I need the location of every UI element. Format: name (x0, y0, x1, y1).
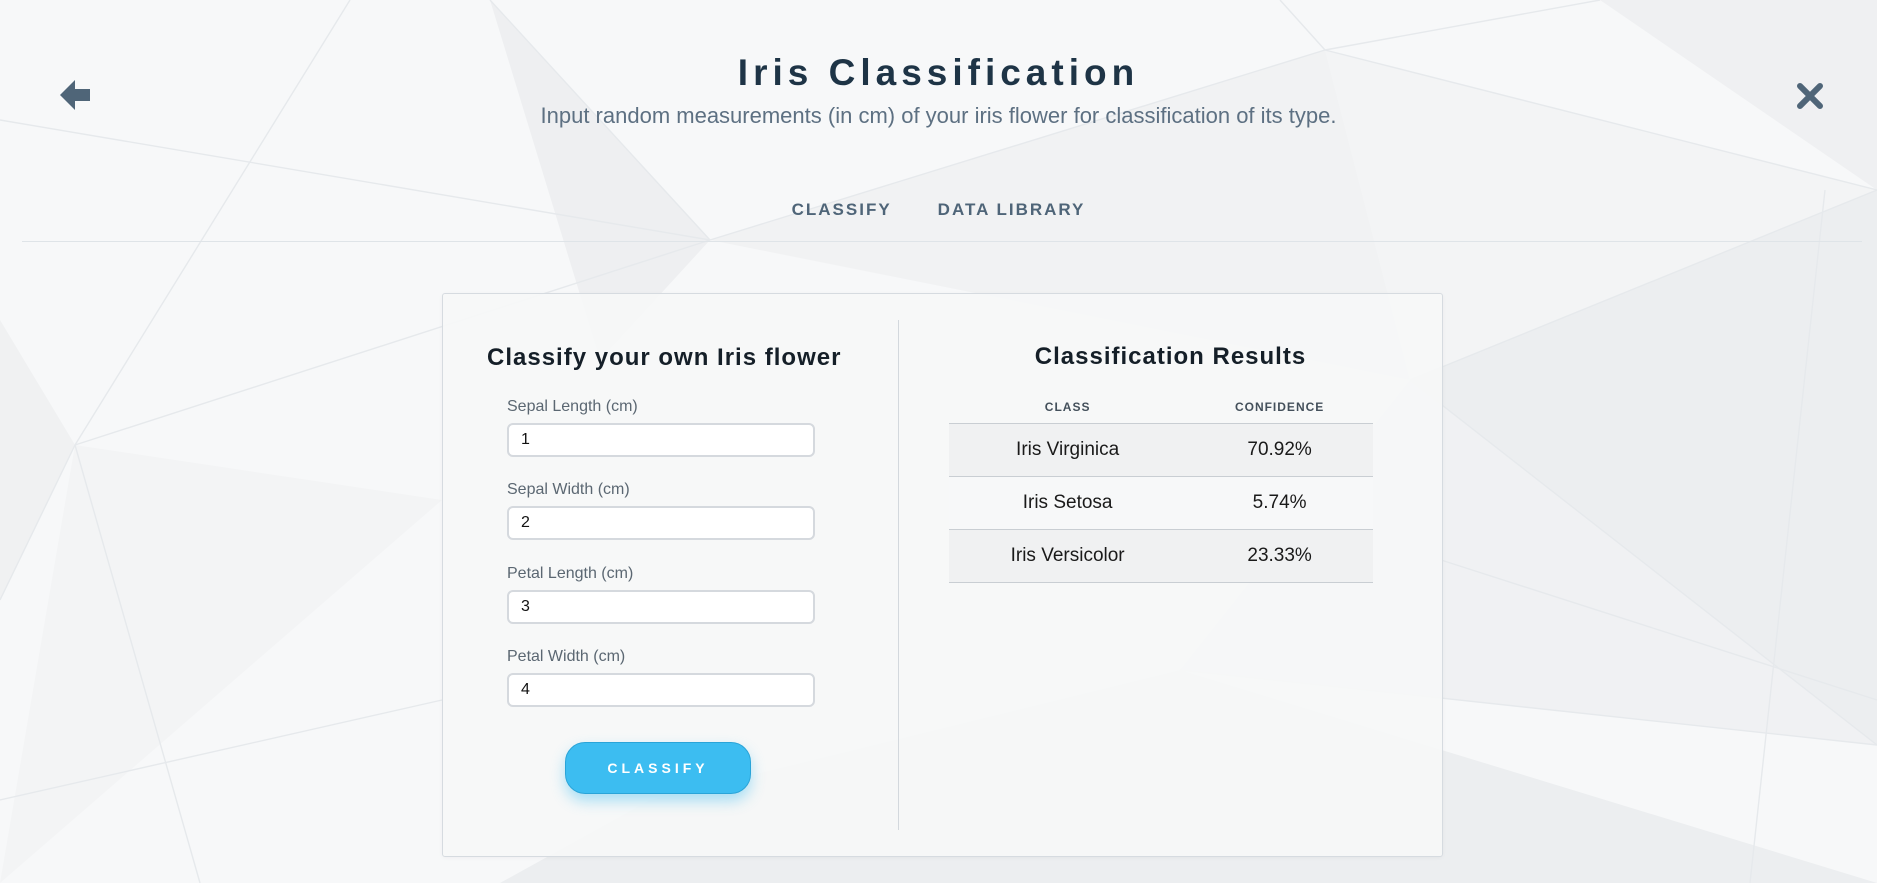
table-row: Iris Versicolor 23.33% (949, 529, 1373, 583)
sepal-width-input[interactable] (507, 506, 815, 540)
close-x-icon[interactable] (1796, 82, 1824, 110)
petal-length-label: Petal Length (cm) (507, 565, 634, 582)
results-table: CLASS CONFIDENCE Iris Virginica 70.92% I… (949, 391, 1373, 583)
sepal-length-input[interactable] (507, 423, 815, 457)
page-subtitle: Input random measurements (in cm) of you… (540, 103, 1337, 128)
tab-data-library[interactable]: DATA LIBRARY (938, 200, 1086, 220)
confidence-column-header: CONFIDENCE (1186, 391, 1373, 424)
petal-length-input[interactable] (507, 590, 815, 624)
class-cell: Iris Setosa (949, 476, 1187, 530)
confidence-cell: 70.92% (1186, 423, 1373, 477)
class-cell: Iris Virginica (949, 423, 1187, 477)
sepal-width-label: Sepal Width (cm) (507, 481, 630, 498)
table-row: Iris Virginica 70.92% (949, 423, 1373, 477)
confidence-cell: 23.33% (1186, 529, 1373, 583)
petal-width-label: Petal Width (cm) (507, 648, 626, 665)
class-cell: Iris Versicolor (949, 529, 1187, 583)
class-column-header: CLASS (949, 391, 1187, 424)
results-header-row: CLASS CONFIDENCE (949, 391, 1373, 424)
tab-divider (22, 241, 1862, 242)
classification-card: Classify your own Iris flower Sepal Leng… (442, 293, 1443, 857)
results-title: Classification Results (1034, 343, 1307, 370)
tab-classify[interactable]: CLASSIFY (792, 200, 892, 220)
sepal-length-label: Sepal Length (cm) (507, 398, 638, 415)
page-title: Iris Classification (737, 52, 1140, 93)
card-divider (898, 320, 899, 830)
classify-button[interactable]: CLASSIFY (565, 742, 751, 794)
tab-bar: CLASSIFY DATA LIBRARY (0, 200, 1877, 220)
confidence-cell: 5.74% (1186, 476, 1373, 530)
petal-width-input[interactable] (507, 673, 815, 707)
table-row: Iris Setosa 5.74% (949, 476, 1373, 530)
form-title: Classify your own Iris flower (487, 344, 842, 371)
